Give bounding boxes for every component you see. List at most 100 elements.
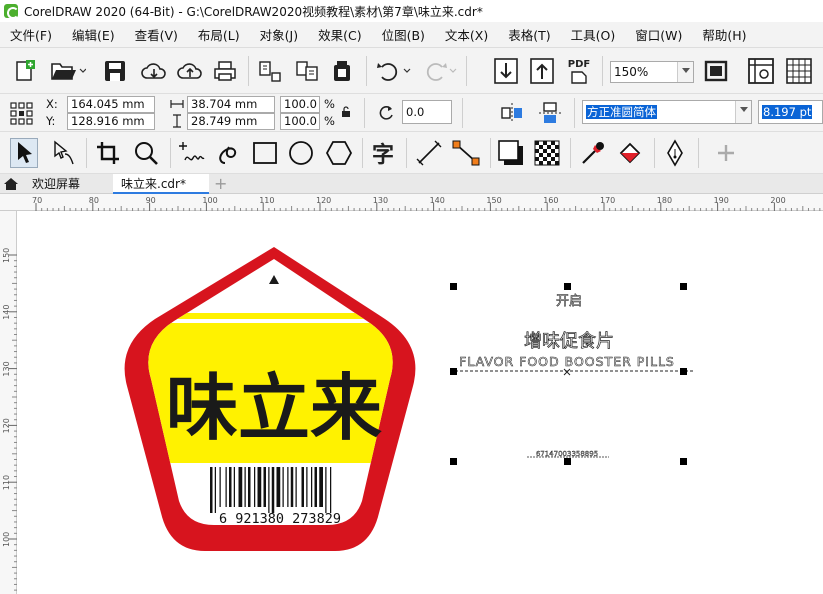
grid-icon[interactable] [784, 56, 814, 86]
barcode-bar [248, 467, 251, 507]
selection-handle-ml[interactable] [450, 368, 457, 375]
rectangle-tool-icon[interactable] [250, 138, 280, 168]
publish-icon[interactable] [330, 58, 358, 84]
polygon-tool-icon[interactable] [324, 138, 354, 168]
full-screen-icon[interactable] [702, 58, 730, 84]
menu-edit[interactable]: 编辑(E) [62, 25, 125, 44]
menu-layout[interactable]: 布局(L) [188, 25, 250, 44]
rulers-icon[interactable] [746, 56, 776, 86]
scale-x-field[interactable]: 100.0 [280, 96, 320, 113]
tab-document[interactable]: 味立来.cdr* [113, 174, 209, 194]
eyedropper-tool-icon[interactable] [578, 138, 608, 168]
ruler-tick-label: 150 [486, 196, 501, 205]
selection-handle-mr[interactable] [680, 368, 687, 375]
barcode-bar [214, 467, 216, 513]
selected-text-line1[interactable]: 开启 [556, 294, 583, 310]
barcode-bar [233, 467, 235, 507]
freehand-tool-icon[interactable] [176, 138, 208, 168]
mirror-vertical-icon[interactable] [536, 100, 564, 126]
shape-tool-icon[interactable] [50, 138, 78, 168]
home-icon[interactable] [2, 176, 20, 192]
menu-table[interactable]: 表格(T) [498, 25, 560, 44]
redo-icon[interactable] [420, 58, 458, 84]
selection-handle-bl[interactable] [450, 458, 457, 465]
interactive-fill-tool-icon[interactable] [614, 138, 646, 168]
menu-file[interactable]: 文件(F) [0, 25, 62, 44]
menu-tools[interactable]: 工具(O) [561, 25, 626, 44]
x-position-field[interactable]: 164.045 mm [67, 96, 155, 113]
crop-tool-icon[interactable] [94, 138, 122, 168]
ellipse-tool-icon[interactable] [286, 138, 316, 168]
selection-handle-bm[interactable] [564, 458, 571, 465]
export-pdf-button[interactable]: PDF [564, 56, 594, 86]
ruler-tick-label: 80 [89, 196, 99, 205]
zoom-tool-icon[interactable] [132, 138, 162, 168]
lock-ratio-icon[interactable] [340, 105, 352, 119]
parallel-dimension-tool-icon[interactable] [414, 138, 444, 168]
height-field[interactable]: 28.749 mm [187, 113, 275, 130]
label-artwork[interactable]: 味立来 6 921380 273829 开启 增味促食片 FLAVOR FOOD… [17, 211, 823, 594]
selection-handle-tm[interactable] [564, 283, 571, 290]
text-tool-icon[interactable]: 字 [368, 138, 398, 168]
import-icon[interactable] [256, 58, 284, 84]
drop-shadow-tool-icon[interactable] [496, 138, 526, 168]
font-family-select[interactable]: 方正准圆简体 [582, 100, 752, 124]
rotation-field[interactable]: 0.0 [402, 100, 452, 124]
open-icon[interactable] [50, 58, 86, 84]
ruler-tick-label: 120 [316, 196, 331, 205]
tab-welcome-screen[interactable]: 欢迎屏幕 [24, 174, 112, 194]
connector-tool-icon[interactable] [450, 138, 482, 168]
width-field[interactable]: 38.704 mm [187, 96, 275, 113]
import-arrow-icon[interactable] [492, 56, 520, 86]
menu-window[interactable]: 窗口(W) [625, 25, 692, 44]
font-size-field[interactable]: 8.197 pt [758, 100, 823, 124]
artistic-media-tool-icon[interactable] [214, 138, 244, 168]
drawing-canvas[interactable]: 味立来 6 921380 273829 开启 增味促食片 FLAVOR FOOD… [17, 211, 823, 594]
transparency-tool-icon[interactable] [532, 138, 562, 168]
outline-pen-tool-icon[interactable] [660, 138, 690, 168]
y-label: Y: [46, 114, 56, 128]
selection-handle-br[interactable] [680, 458, 687, 465]
add-tab-button[interactable]: + [210, 174, 230, 194]
menu-object[interactable]: 对象(J) [250, 25, 308, 44]
selected-text-line2[interactable]: 增味促食片 [524, 331, 615, 353]
export-arrow-icon[interactable] [528, 56, 556, 86]
selection-handle-tl[interactable] [450, 283, 457, 290]
font-size-value: 8.197 pt [762, 105, 813, 119]
zoom-level-select[interactable]: 150% [610, 61, 694, 83]
separator [574, 98, 575, 128]
chevron-down-icon [735, 101, 751, 123]
menu-text[interactable]: 文本(X) [435, 25, 498, 44]
print-icon[interactable] [212, 58, 240, 84]
rotate-icon [375, 103, 397, 123]
pick-tool-icon[interactable] [10, 138, 38, 168]
chevron-down-icon [677, 62, 693, 82]
new-document-icon[interactable] [12, 58, 38, 84]
ruler-tick-label: 130 [2, 361, 11, 376]
ruler-ticks: 150 140 130 120 110 100 [2, 248, 17, 591]
add-tool-icon[interactable] [712, 138, 740, 168]
horizontal-ruler[interactable]: 70 80 90 100 110 120 130 140 150 160 170 180 190 200 [0, 194, 823, 211]
undo-icon[interactable] [374, 58, 412, 84]
barcode-bar [244, 467, 246, 507]
brand-name-text[interactable]: 味立来 [166, 366, 382, 450]
vertical-ruler[interactable]: 150 140 130 120 110 100 [0, 211, 17, 594]
y-position-field[interactable]: 128.916 mm [67, 113, 155, 130]
cloud-upload-icon[interactable] [176, 58, 204, 84]
export-icon[interactable] [294, 58, 322, 84]
selection-handle-tr[interactable] [680, 283, 687, 290]
barcode-bar [271, 467, 275, 513]
menu-bitmaps[interactable]: 位图(B) [372, 25, 435, 44]
menu-effects[interactable]: 效果(C) [308, 25, 371, 44]
scale-y-field[interactable]: 100.0 [280, 113, 320, 130]
cloud-download-icon[interactable] [140, 58, 168, 84]
percent-label: % [324, 114, 335, 128]
menu-help[interactable]: 帮助(H) [692, 25, 756, 44]
ruler-tick-label: 70 [32, 196, 42, 205]
menu-view[interactable]: 查看(V) [125, 25, 188, 44]
object-origin-icon[interactable] [8, 100, 34, 126]
mirror-horizontal-icon[interactable] [498, 100, 526, 126]
barcode-bar [290, 467, 294, 507]
save-icon[interactable] [102, 58, 128, 84]
selected-text-line3[interactable]: FLAVOR FOOD BOOSTER PILLS [459, 354, 675, 370]
